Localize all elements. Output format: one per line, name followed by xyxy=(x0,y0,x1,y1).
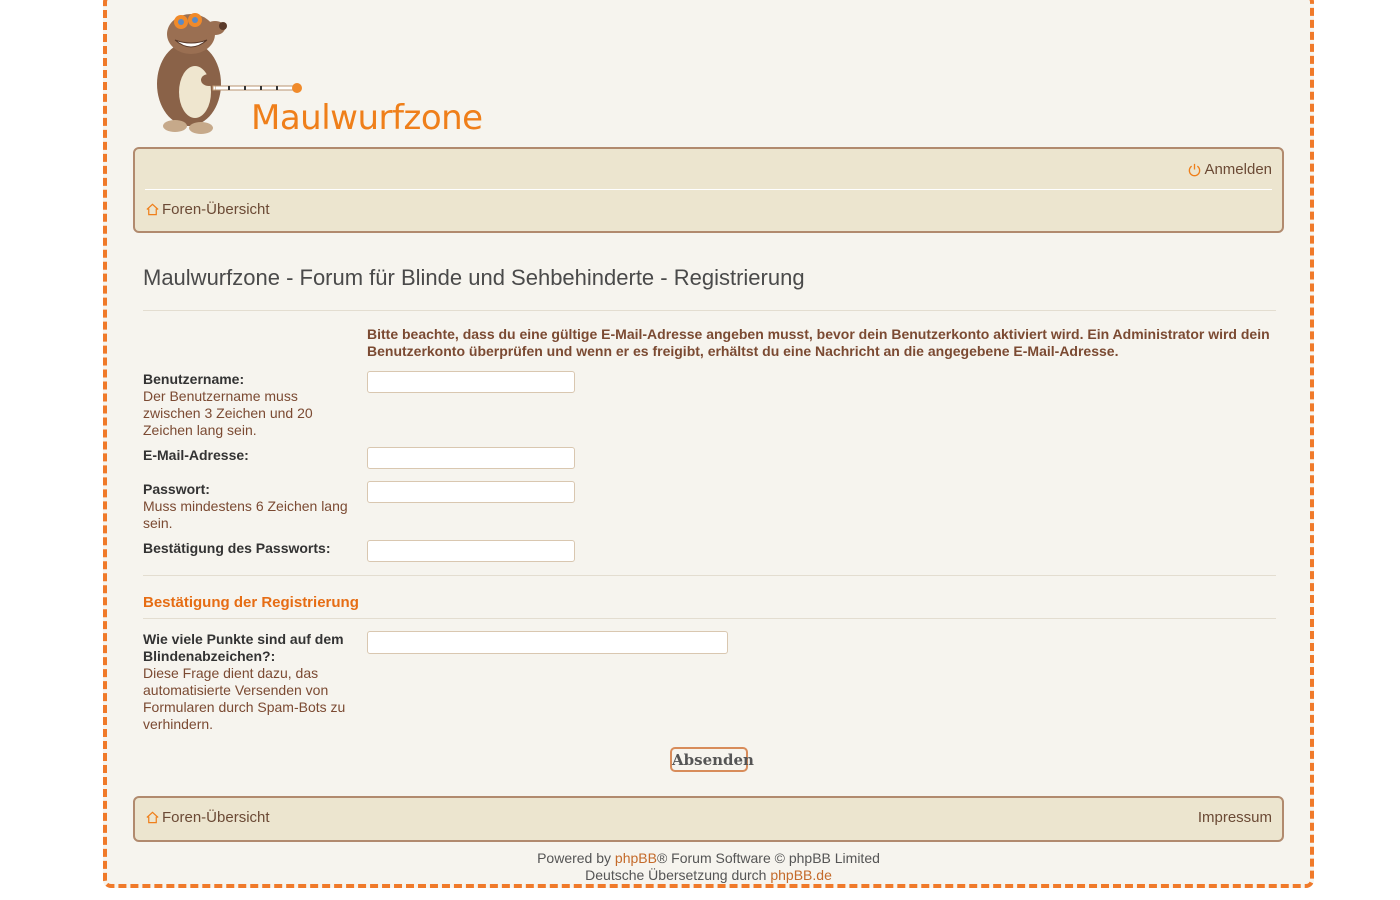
cane-icon xyxy=(215,83,302,93)
captcha-question: Wie viele Punkte sind auf dem Blindenabz… xyxy=(143,631,344,664)
password-explain: Muss mindestens 6 Zeichen lang sein. xyxy=(143,498,348,531)
forum-index-label: Foren-Übersicht xyxy=(162,201,270,218)
translation-line: Deutsche Übersetzung durch phpBB.de xyxy=(107,867,1310,883)
powered-suffix: ® Forum Software © phpBB Limited xyxy=(656,850,880,866)
footer-forum-index-link[interactable]: Foren-Übersicht xyxy=(145,809,270,826)
captcha-explain: Diese Frage dient dazu, das automatisier… xyxy=(143,665,346,732)
translation-prefix: Deutsche Übersetzung durch xyxy=(585,867,771,883)
page-title: Maulwurfzone - Forum für Blinde und Sehb… xyxy=(143,265,805,290)
username-input[interactable] xyxy=(367,371,575,393)
login-link[interactable]: Anmelden xyxy=(1187,161,1272,178)
captcha-label-group: Wie viele Punkte sind auf dem Blindenabz… xyxy=(143,631,359,733)
imprint-link[interactable]: Impressum xyxy=(1198,809,1272,826)
powered-by-line: Powered by phpBB® Forum Software © phpBB… xyxy=(107,850,1310,866)
home-icon xyxy=(146,811,159,824)
password-confirm-input[interactable] xyxy=(367,540,575,562)
phpbb-link[interactable]: phpBB xyxy=(615,850,657,866)
captcha-divider xyxy=(143,618,1276,619)
page-container: Maulwurfzone Anmelden Foren-Übersicht Ma… xyxy=(103,0,1314,888)
site-name: Maulwurfzone xyxy=(251,98,483,138)
password-label-group: Passwort: Muss mindestens 6 Zeichen lang… xyxy=(143,481,359,532)
username-explain: Der Benutzername muss zwischen 3 Zeichen… xyxy=(143,388,313,438)
password-confirm-label: Bestätigung des Passworts: xyxy=(143,540,331,556)
site-logo[interactable]: Maulwurfzone xyxy=(145,6,483,138)
username-label-group: Benutzername: Der Benutzername muss zwis… xyxy=(143,371,359,439)
form-divider xyxy=(143,575,1276,576)
phpbb-de-link[interactable]: phpBB.de xyxy=(770,867,832,883)
powered-prefix: Powered by xyxy=(537,850,615,866)
captcha-answer-input[interactable] xyxy=(367,631,728,654)
captcha-section-title: Bestätigung der Registrierung xyxy=(143,594,359,611)
mole-mascot-icon xyxy=(157,13,255,134)
bottom-navbar: Foren-Übersicht Impressum xyxy=(133,796,1284,842)
submit-button[interactable]: Absenden xyxy=(670,747,754,772)
password-confirm-label-group: Bestätigung des Passworts: xyxy=(143,540,359,557)
navbar-divider xyxy=(145,189,1272,190)
home-icon xyxy=(146,203,159,216)
login-label: Anmelden xyxy=(1204,161,1272,178)
email-input[interactable] xyxy=(367,447,575,469)
title-divider xyxy=(143,310,1276,311)
email-label: E-Mail-Adresse: xyxy=(143,447,249,463)
footer-forum-index-label: Foren-Übersicht xyxy=(162,809,270,826)
top-navbar: Anmelden Foren-Übersicht xyxy=(133,147,1284,233)
forum-index-link[interactable]: Foren-Übersicht xyxy=(145,201,270,218)
password-input[interactable] xyxy=(367,481,575,503)
power-icon xyxy=(1189,163,1201,177)
password-label: Passwort: xyxy=(143,481,210,497)
email-label-group: E-Mail-Adresse: xyxy=(143,447,359,464)
registration-notice: Bitte beachte, dass du eine gültige E-Ma… xyxy=(367,326,1270,359)
username-label: Benutzername: xyxy=(143,371,245,387)
